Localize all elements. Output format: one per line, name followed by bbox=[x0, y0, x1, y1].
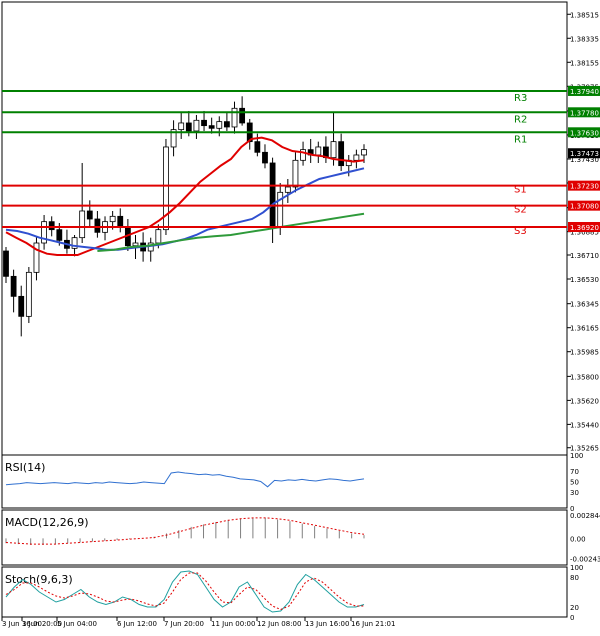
panel-tick-label: 100 bbox=[570, 564, 583, 572]
price-tick-label: 1.35985 bbox=[570, 349, 599, 357]
candle-body bbox=[193, 119, 200, 132]
candle-body bbox=[86, 210, 93, 220]
time-tick-label: 3 Jun 20:00 bbox=[22, 620, 62, 628]
candle-body bbox=[109, 215, 116, 223]
candle-body bbox=[10, 275, 17, 297]
time-tick-label: 5 Jun 04:00 bbox=[57, 620, 97, 628]
candle-body bbox=[216, 121, 223, 129]
current-price-label: 1.37473 bbox=[570, 150, 599, 158]
panel-frame bbox=[1, 454, 568, 509]
candle-body bbox=[185, 122, 192, 132]
candle-body bbox=[94, 218, 101, 233]
candle-body bbox=[56, 229, 63, 241]
panel-tick-label: 0.00 bbox=[570, 535, 586, 543]
panel-tick-label: 30 bbox=[570, 489, 579, 497]
panel-title: RSI(14) bbox=[5, 461, 45, 474]
main-plot-frame bbox=[1, 1, 568, 461]
candle-body bbox=[208, 125, 215, 129]
candle-body bbox=[338, 141, 345, 167]
level-name-s1: S1 bbox=[514, 185, 527, 196]
price-tick-label: 1.38335 bbox=[570, 35, 599, 43]
level-price-label: 1.36920 bbox=[570, 224, 599, 232]
panel-tick-label: 0 bbox=[570, 614, 574, 622]
panel-tick-label: 100 bbox=[570, 452, 583, 460]
candle-body bbox=[353, 154, 360, 161]
level-name-r3: R3 bbox=[514, 93, 527, 104]
panel-tick-label: 0.002844 bbox=[570, 512, 600, 520]
candle-body bbox=[117, 215, 124, 228]
panel-tick-label: 70 bbox=[570, 468, 579, 476]
time-tick-label: 6 Jun 12:00 bbox=[117, 620, 157, 628]
chart: 1.385151.383351.381551.379751.377901.376… bbox=[0, 0, 600, 632]
panel-title: Stoch(9,6,3) bbox=[5, 573, 73, 586]
level-price-label: 1.37780 bbox=[570, 109, 599, 117]
price-tick-label: 1.38515 bbox=[570, 11, 599, 19]
candle-body bbox=[155, 229, 162, 244]
candle-body bbox=[79, 210, 86, 239]
candle-body bbox=[48, 221, 55, 231]
time-tick-label: 16 Jun 21:01 bbox=[351, 620, 395, 628]
candle-body bbox=[3, 250, 9, 277]
candle-body bbox=[231, 107, 238, 128]
time-tick-label: 12 Jun 08:00 bbox=[257, 620, 301, 628]
candle-body bbox=[25, 271, 32, 317]
candle-body bbox=[284, 186, 291, 193]
time-tick-label: 11 Jun 00:00 bbox=[211, 620, 255, 628]
level-name-s3: S3 bbox=[514, 226, 527, 237]
price-tick-label: 1.38155 bbox=[570, 59, 599, 67]
panel-frame bbox=[1, 566, 568, 618]
panel-tick-label: 80 bbox=[570, 574, 579, 582]
price-tick-label: 1.36710 bbox=[570, 252, 599, 260]
candle-body bbox=[223, 121, 230, 128]
level-price-label: 1.37630 bbox=[570, 129, 599, 137]
price-tick-label: 1.36530 bbox=[570, 276, 599, 284]
price-tick-label: 1.36165 bbox=[570, 325, 599, 333]
panel-tick-label: 50 bbox=[570, 479, 579, 487]
panel-tick-label: -0.002432 bbox=[570, 555, 600, 563]
price-tick-label: 1.35620 bbox=[570, 397, 599, 405]
candle-body bbox=[262, 151, 268, 164]
level-name-r1: R1 bbox=[514, 134, 527, 145]
price-tick-label: 1.35440 bbox=[570, 421, 599, 429]
price-tick-label: 1.36345 bbox=[570, 301, 599, 309]
candle-body bbox=[18, 295, 25, 317]
candle-body bbox=[292, 159, 299, 188]
price-tick-label: 1.35800 bbox=[570, 373, 599, 381]
candle-body bbox=[330, 141, 337, 159]
time-tick-label: 7 Jun 20:00 bbox=[164, 620, 204, 628]
candle-body bbox=[239, 107, 246, 124]
level-price-label: 1.37940 bbox=[570, 88, 599, 96]
level-price-label: 1.37080 bbox=[570, 203, 599, 211]
candle-body bbox=[254, 141, 261, 153]
panel-tick-label: 20 bbox=[570, 604, 579, 612]
candle-body bbox=[132, 242, 139, 247]
level-name-r2: R2 bbox=[514, 114, 527, 125]
candle-body bbox=[361, 149, 367, 156]
time-tick-label: 13 Jun 16:00 bbox=[305, 620, 349, 628]
panel-title: MACD(12,26,9) bbox=[5, 516, 89, 529]
chart-svg: 1.385151.383351.381551.379751.377901.376… bbox=[1, 1, 600, 628]
candle-body bbox=[315, 146, 322, 156]
candle-body bbox=[269, 162, 276, 228]
level-name-s2: S2 bbox=[514, 205, 527, 216]
candle-body bbox=[178, 122, 185, 131]
candle-body bbox=[201, 119, 207, 127]
level-price-label: 1.37230 bbox=[570, 183, 599, 191]
